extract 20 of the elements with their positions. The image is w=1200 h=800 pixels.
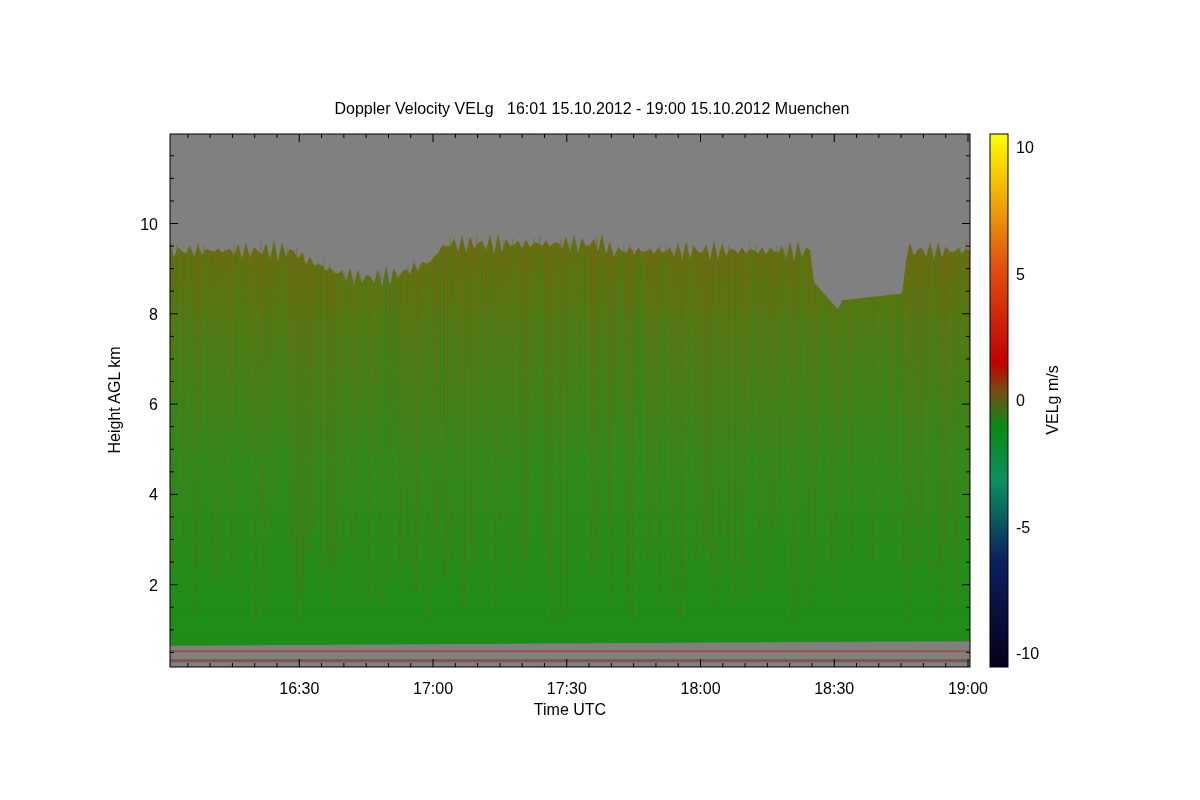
plot-title: Doppler Velocity VELg 16:01 15.10.2012 - 19:00 15.10.2012 Muenchen	[334, 100, 850, 117]
y-tick-label: 10	[140, 215, 158, 233]
y-tick-label: 4	[149, 486, 158, 504]
x-tick-label: 18:00	[680, 680, 721, 697]
colorbar-label: VELg m/s	[1044, 365, 1061, 435]
colorbar-tick-label: 0	[1016, 392, 1025, 409]
y-tick-label: 2	[149, 576, 158, 594]
x-tick-label: 17:00	[413, 680, 454, 697]
y-tick-label: 8	[149, 305, 158, 323]
colorbar-tick-label: -5	[1016, 519, 1031, 536]
colorbar-tick-label: 5	[1016, 266, 1025, 283]
colorbar-tick-label: 10	[1016, 139, 1034, 156]
x-tick-label: 17:30	[546, 680, 587, 697]
x-axis-label: Time UTC	[533, 701, 607, 718]
colorbar-tick-label: -10	[1016, 645, 1040, 662]
x-tick-label: 16:30	[279, 680, 320, 697]
x-tick-label: 19:00	[948, 680, 988, 697]
y-axis-label: Height AGL km	[106, 346, 123, 454]
y-tick-label: 6	[149, 396, 158, 414]
x-tick-label: 18:30	[814, 680, 855, 697]
